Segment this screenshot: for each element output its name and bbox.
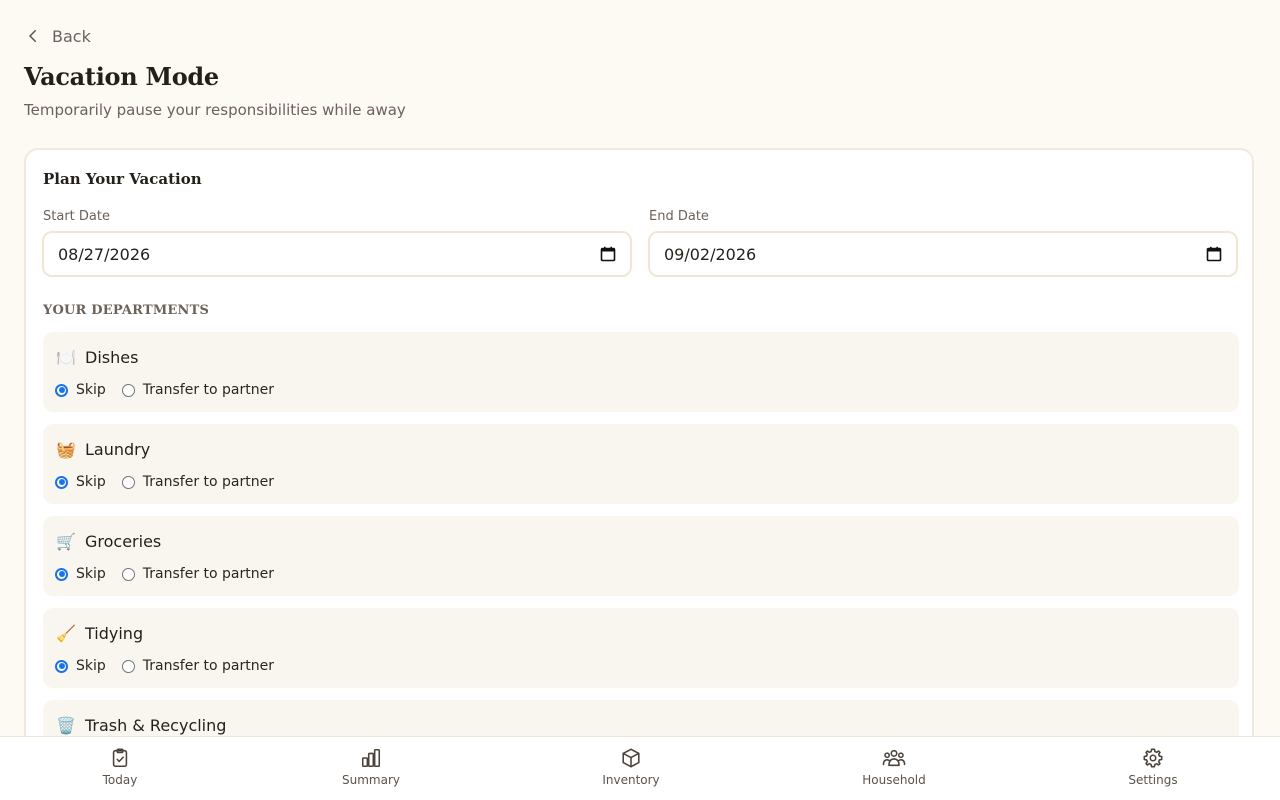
start-date-label: Start Date	[43, 209, 110, 224]
nav-label: Household	[862, 773, 926, 787]
transfer-label: Transfer to partner	[142, 566, 274, 582]
trash-icon: 🗑️	[56, 715, 76, 735]
broom-icon: 🧹	[56, 623, 76, 643]
vacation-mode-page: Back Vacation Mode Temporarily pause you…	[0, 0, 1280, 736]
calendar-icon[interactable]	[1206, 246, 1222, 262]
skip-radio[interactable]	[55, 659, 68, 673]
start-date-value: 08/27/2026	[58, 244, 151, 264]
nav-label: Summary	[342, 773, 400, 787]
skip-radio[interactable]	[55, 475, 68, 489]
dishes-transfer-option[interactable]: Transfer to partner	[121, 382, 274, 398]
gear-icon	[1142, 747, 1164, 769]
back-label: Back	[52, 26, 91, 46]
box-icon	[620, 747, 642, 769]
groceries-transfer-option[interactable]: Transfer to partner	[121, 566, 274, 582]
department-item-tidying: 🧹 Tidying Skip Transfer to partner	[43, 608, 1239, 688]
transfer-label: Transfer to partner	[142, 658, 274, 674]
skip-label: Skip	[76, 382, 106, 398]
tidying-transfer-option[interactable]: Transfer to partner	[121, 658, 274, 674]
department-name: Trash & Recycling	[85, 715, 227, 735]
calendar-icon[interactable]	[600, 246, 616, 262]
nav-item-summary[interactable]: Summary	[311, 747, 431, 787]
transfer-radio[interactable]	[121, 567, 135, 581]
back-button[interactable]: Back	[24, 24, 91, 48]
groceries-skip-option[interactable]: Skip	[55, 566, 106, 582]
basket-icon: 🧺	[56, 439, 76, 459]
skip-label: Skip	[76, 474, 106, 490]
page-title: Vacation Mode	[24, 62, 219, 91]
skip-radio[interactable]	[55, 383, 68, 397]
bottom-nav: Today Summary Inventory Household Settin…	[0, 736, 1280, 800]
transfer-label: Transfer to partner	[142, 474, 274, 490]
department-item-trash-recycling: 🗑️ Trash & Recycling Skip Transfer to pa…	[43, 700, 1239, 736]
departments-section-label: YOUR DEPARTMENTS	[43, 303, 210, 318]
page-subtitle: Temporarily pause your responsibilities …	[24, 101, 406, 119]
skip-label: Skip	[76, 566, 106, 582]
cart-icon: 🛒	[56, 531, 76, 551]
dishes-skip-option[interactable]: Skip	[55, 382, 106, 398]
transfer-label: Transfer to partner	[142, 382, 274, 398]
transfer-radio[interactable]	[121, 383, 135, 397]
plan-vacation-card: Plan Your Vacation Start Date 08/27/2026…	[24, 148, 1254, 736]
plan-card-title: Plan Your Vacation	[43, 170, 202, 188]
transfer-radio[interactable]	[121, 659, 135, 673]
nav-item-inventory[interactable]: Inventory	[571, 747, 691, 787]
clipboard-check-icon	[109, 747, 131, 769]
skip-label: Skip	[76, 658, 106, 674]
department-item-dishes: 🍽️ Dishes Skip Transfer to partner	[43, 332, 1239, 412]
tidying-skip-option[interactable]: Skip	[55, 658, 106, 674]
laundry-skip-option[interactable]: Skip	[55, 474, 106, 490]
nav-item-settings[interactable]: Settings	[1093, 747, 1213, 787]
department-item-groceries: 🛒 Groceries Skip Transfer to partner	[43, 516, 1239, 596]
department-name: Laundry	[85, 439, 151, 459]
nav-label: Today	[102, 773, 138, 787]
transfer-radio[interactable]	[121, 475, 135, 489]
nav-label: Inventory	[602, 773, 660, 787]
department-name: Dishes	[85, 347, 139, 367]
bar-chart-icon	[360, 747, 382, 769]
chevron-left-icon	[24, 27, 42, 45]
nav-item-today[interactable]: Today	[60, 747, 180, 787]
laundry-transfer-option[interactable]: Transfer to partner	[121, 474, 274, 490]
nav-item-household[interactable]: Household	[834, 747, 954, 787]
start-date-input[interactable]: 08/27/2026	[42, 231, 632, 277]
plate-icon: 🍽️	[56, 347, 76, 367]
users-icon	[882, 747, 906, 769]
end-date-value: 09/02/2026	[664, 244, 757, 264]
nav-label: Settings	[1128, 773, 1178, 787]
end-date-input[interactable]: 09/02/2026	[648, 231, 1238, 277]
department-item-laundry: 🧺 Laundry Skip Transfer to partner	[43, 424, 1239, 504]
department-name: Tidying	[85, 623, 144, 643]
skip-radio[interactable]	[55, 567, 68, 581]
department-name: Groceries	[85, 531, 162, 551]
end-date-label: End Date	[649, 209, 709, 224]
